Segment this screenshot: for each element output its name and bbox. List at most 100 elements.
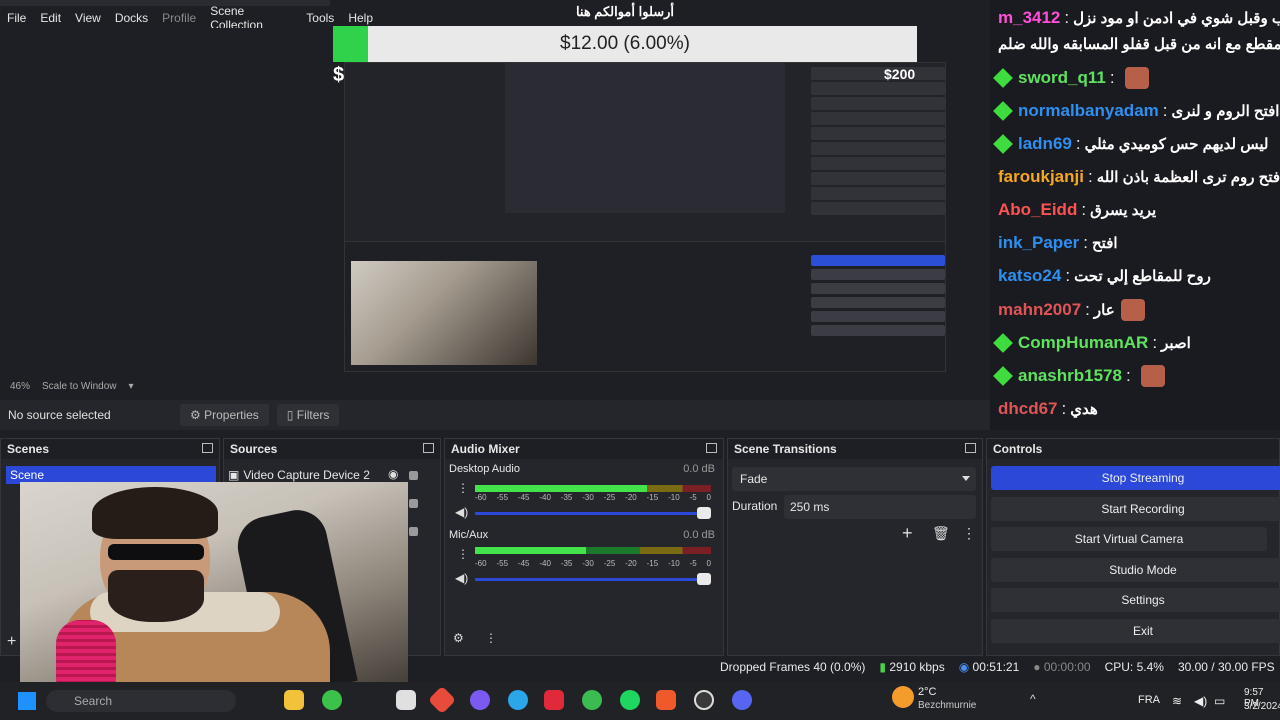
chat-app-icon[interactable]	[470, 690, 490, 710]
meter-tick-label: -45	[517, 493, 530, 502]
signal-icon: ▮	[879, 660, 890, 674]
record-icon: ●	[1033, 660, 1044, 674]
meter-tick-label: -5	[689, 559, 697, 568]
track-name: Desktop Audio	[449, 463, 520, 475]
trash-icon[interactable]: 🗑	[932, 525, 950, 542]
wifi-icon[interactable]: ≋	[1172, 694, 1182, 708]
undock-icon[interactable]	[202, 443, 213, 453]
windows-start-icon[interactable]	[18, 692, 36, 710]
meter-tick-label: 0	[706, 493, 711, 502]
volume-slider[interactable]	[475, 573, 711, 585]
scene-transitions-dock: Scene Transitions Fade Duration 250 ms +…	[727, 438, 983, 656]
meter-tick-label: -10	[668, 493, 680, 502]
donation-goal-label: $200	[884, 66, 916, 82]
undock-icon[interactable]	[706, 443, 717, 453]
more-vertical-icon[interactable]: ⋮	[457, 547, 469, 561]
transition-select[interactable]: Fade	[732, 467, 976, 491]
chat-message: ink_Paper: افتح	[990, 229, 1280, 257]
menu-view[interactable]: View	[68, 11, 108, 25]
undock-icon[interactable]	[423, 443, 434, 453]
chevron-up-icon[interactable]: ^	[1030, 692, 1036, 706]
chat-message: مقطع مع انه من قبل قفلو المسابقه والله ض…	[990, 30, 1280, 58]
duration-input[interactable]: 250 ms	[784, 495, 976, 519]
studio-mode-button[interactable]: Studio Mode	[991, 558, 1280, 582]
language-indicator[interactable]: FRA	[1138, 694, 1160, 706]
battery-icon[interactable]: ▭	[1214, 694, 1225, 708]
properties-button[interactable]: ⚙ Properties	[180, 404, 269, 426]
obs-icon[interactable]	[694, 690, 714, 710]
file-explorer-icon[interactable]	[284, 690, 304, 710]
more-vertical-icon[interactable]: ⋮	[962, 525, 976, 542]
speaker-icon[interactable]: ◀)	[455, 505, 468, 519]
settings-button[interactable]: Settings	[991, 588, 1280, 612]
chat-text: اصبر	[1161, 335, 1191, 352]
discord-icon[interactable]	[732, 690, 752, 710]
undock-icon[interactable]	[965, 443, 976, 453]
volume-icon[interactable]: ◀)	[1194, 694, 1207, 708]
bitrate: ▮ 2910 kbps	[879, 660, 945, 674]
nested-preview	[344, 62, 946, 372]
hair	[92, 487, 218, 539]
volume-slider[interactable]	[475, 507, 711, 519]
scale-mode-select[interactable]: Scale to Window	[42, 381, 116, 392]
filters-button[interactable]: ▯ Filters	[276, 404, 340, 426]
meter-tick-label: -20	[625, 559, 637, 568]
emote-icon	[1120, 299, 1145, 321]
beard	[108, 570, 204, 622]
app-green-icon[interactable]	[582, 690, 602, 710]
chat-text: روح للمقاطع إلي تحت	[1074, 268, 1211, 285]
emote-icon	[1140, 365, 1165, 387]
more-vertical-icon[interactable]: ⋮	[457, 481, 469, 495]
chat-separator: :	[1083, 233, 1088, 252]
stop-streaming-button[interactable]: Stop Streaming	[991, 466, 1280, 490]
meter-scale: -60 -55 -45 -40 -35 -30 -25 -20 -15 -10 -5 0	[475, 559, 711, 568]
menu-docks[interactable]: Docks	[108, 11, 155, 25]
chat-message: Abo_Eidd: يريد يسرق	[990, 196, 1280, 224]
meter-tick-label: -45	[517, 559, 530, 568]
meter-tick-label: -30	[582, 493, 594, 502]
lock-icon[interactable]	[409, 499, 418, 508]
menu-help[interactable]: Help	[341, 11, 380, 25]
nested-control-button	[811, 283, 945, 294]
volume-knob[interactable]	[697, 573, 711, 585]
chrome-icon[interactable]	[322, 690, 342, 710]
add-scene-icon[interactable]: +	[7, 633, 16, 651]
level-meter-fill	[475, 547, 586, 554]
record-time: ● 00:00:00	[1033, 660, 1091, 674]
chat-text: افتح الروم و لنرى	[1171, 103, 1280, 120]
menu-tools[interactable]: Tools	[299, 11, 341, 25]
nested-preview-window	[505, 63, 785, 213]
gear-icon[interactable]: ⚙	[453, 631, 464, 645]
source-status: No source selected	[8, 408, 111, 422]
brave-icon[interactable]	[656, 690, 676, 710]
more-vertical-icon[interactable]: ⋮	[485, 631, 497, 645]
nested-chat	[811, 67, 945, 227]
lock-icon[interactable]	[409, 471, 418, 480]
menu-edit[interactable]: Edit	[33, 11, 68, 25]
weather-icon[interactable]	[892, 686, 914, 708]
app-icon[interactable]	[396, 690, 416, 710]
mixer-track-mic: Mic/Aux 0.0 dB	[449, 529, 715, 541]
speaker-icon[interactable]: ◀)	[455, 571, 468, 585]
taskbar-search[interactable]: Search	[46, 690, 236, 712]
controls-dock: Controls Stop Streaming Start Recording …	[986, 438, 1280, 656]
lock-icon[interactable]	[409, 527, 418, 536]
weather-temp: 2°C	[918, 686, 937, 698]
add-transition-icon[interactable]: +	[902, 523, 913, 544]
meter-scale: -60 -55 -45 -40 -35 -30 -25 -20 -15 -10 -5 0	[475, 493, 711, 502]
start-recording-button[interactable]: Start Recording	[991, 497, 1280, 521]
start-virtual-camera-button[interactable]: Start Virtual Camera	[991, 527, 1267, 551]
menu-profile[interactable]: Profile	[155, 11, 203, 25]
menu-bar: File Edit View Docks Profile Scene Colle…	[0, 4, 380, 32]
menu-file[interactable]: File	[0, 11, 33, 25]
spotify-icon[interactable]	[620, 690, 640, 710]
chat-message: ladn69: ليس لديهم حس كوميدي مثلي	[990, 130, 1280, 158]
chevron-down-icon[interactable]: ▾	[129, 381, 134, 392]
exit-button[interactable]: Exit	[991, 619, 1280, 643]
chat-text: مقطع مع انه من قبل قفلو المسابقه والله ض…	[998, 36, 1280, 53]
eye-icon[interactable]: ◉	[388, 467, 398, 481]
volume-knob[interactable]	[697, 507, 711, 519]
media-icon[interactable]	[544, 690, 564, 710]
controls-title: Controls	[987, 439, 1279, 459]
browser-icon[interactable]	[508, 690, 528, 710]
